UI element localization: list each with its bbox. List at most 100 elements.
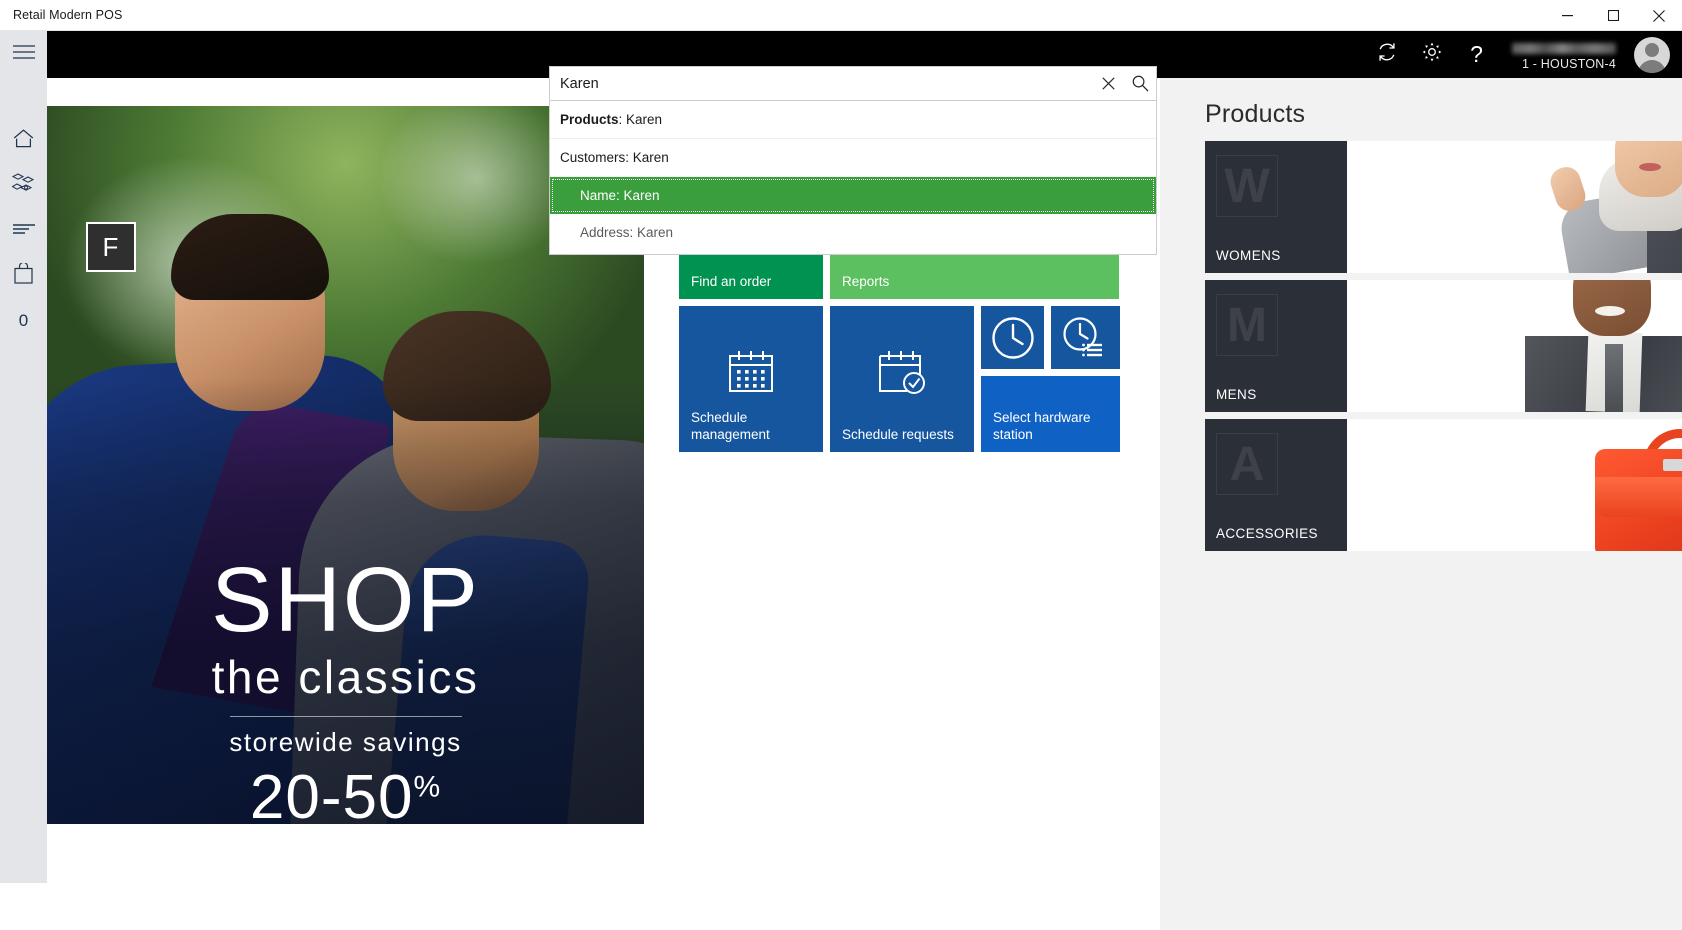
photo-lips — [1639, 163, 1661, 171]
avatar — [1634, 36, 1670, 73]
suggestion-group-customers[interactable]: Customers: Karen — [550, 139, 1156, 177]
tile-label-reports: Reports — [842, 274, 890, 290]
clock-list-icon — [1051, 306, 1120, 369]
product-category-card-accessories[interactable]: A ACCESSORIES — [1205, 419, 1682, 551]
settings-button[interactable] — [1409, 31, 1454, 78]
tile-column-right: Select hardware station — [981, 306, 1154, 452]
tile-label-select-hardware-station: Select hardware station — [993, 410, 1091, 444]
avatar-head — [1645, 42, 1659, 57]
hamburger-icon — [12, 45, 35, 64]
calendar-check-icon — [830, 306, 974, 440]
clear-search-button[interactable] — [1092, 67, 1124, 100]
banner-savings-line: storewide savings — [229, 727, 462, 758]
tile-label-line1: Schedule — [691, 410, 748, 426]
sidebar-item-transactions[interactable] — [0, 208, 47, 253]
product-card-label-panel: W WOMENS — [1205, 141, 1347, 273]
banner-divider — [229, 716, 462, 718]
suggestion-item-name[interactable]: Name: Karen — [550, 177, 1156, 214]
store-id-label: 1 - HOUSTON-4 — [1521, 56, 1616, 71]
suggestion-item-address[interactable]: Address: Karen — [550, 214, 1156, 251]
tile-label-line2: management — [691, 427, 770, 443]
product-card-name: WOMENS — [1216, 248, 1281, 263]
sidebar-cart-count: 0 — [0, 298, 47, 343]
search-input[interactable] — [550, 75, 1092, 92]
sidebar-item-home[interactable] — [0, 118, 47, 163]
list-lines-icon — [12, 222, 35, 240]
product-card-photo-mens — [1347, 280, 1682, 412]
photo-smile — [1595, 306, 1625, 316]
tile-row-3: Schedule management Schedule requests Se… — [679, 306, 1154, 452]
user-name-redacted — [1512, 42, 1616, 54]
product-card-photo-accessories — [1347, 419, 1682, 551]
tile-select-hardware-station[interactable]: Select hardware station — [981, 376, 1120, 452]
brand-logo-badge: F — [86, 222, 136, 272]
product-watermark-letter: W — [1216, 155, 1278, 217]
avatar-body — [1638, 59, 1666, 73]
help-button[interactable]: ? — [1454, 31, 1499, 78]
sync-icon — [1376, 41, 1398, 68]
products-panel-title: Products — [1205, 100, 1306, 128]
product-card-name: ACCESSORIES — [1216, 526, 1318, 541]
search-overlay: Products: Karen Customers: Karen Name: K… — [549, 66, 1157, 255]
product-card-name: MENS — [1216, 387, 1257, 402]
tile-label-find-an-order: Find an order — [691, 274, 772, 290]
sync-button[interactable] — [1364, 31, 1409, 78]
banner-discount-unit: % — [413, 770, 442, 804]
avatar-button[interactable] — [1622, 31, 1682, 78]
product-category-card-mens[interactable]: M MENS — [1205, 280, 1682, 412]
suggestion-group-products[interactable]: Products: Karen — [550, 101, 1156, 139]
suggestion-group-label: Products — [560, 112, 619, 127]
maximize-button[interactable] — [1590, 0, 1636, 31]
banner-subhead: the classics — [211, 651, 480, 704]
minimize-button[interactable] — [1544, 0, 1590, 31]
magnifier-icon — [1132, 75, 1148, 92]
tile-label-schedule-requests: Schedule requests — [842, 427, 954, 443]
app-shell: 0 ? 1 - HOUSTON-4 F SHOP the classics st… — [0, 31, 1682, 930]
suggestion-group-query: : Karen — [618, 112, 663, 127]
products-cubes-icon — [11, 172, 35, 199]
tile-schedule-requests[interactable]: Schedule requests — [830, 306, 974, 452]
product-watermark-letter: M — [1216, 294, 1278, 356]
suggestion-group-label: Customers: Karen — [560, 150, 669, 165]
products-panel: Products W WOMENS M MENS A ACCESSORIES — [1160, 78, 1682, 930]
tile-label-line2: station — [993, 427, 1033, 443]
tile-time-clock-entries[interactable] — [1051, 306, 1120, 369]
sidebar-item-products[interactable] — [0, 163, 47, 208]
photo-tie — [1605, 344, 1623, 412]
suggestion-item-label: Address: Karen — [580, 225, 674, 240]
clock-icon — [981, 306, 1044, 369]
sidebar-item-menu-toggle[interactable] — [0, 31, 47, 78]
header-actions: ? 1 - HOUSTON-4 — [1364, 31, 1682, 78]
product-card-label-panel: M MENS — [1205, 280, 1347, 412]
banner-text-block: SHOP the classics storewide savings 20-5… — [47, 549, 644, 824]
user-info[interactable]: 1 - HOUSTON-4 — [1499, 31, 1622, 78]
shopping-bag-icon — [14, 261, 33, 289]
tile-clock-row — [981, 306, 1154, 369]
tile-schedule-management[interactable]: Schedule management — [679, 306, 823, 452]
sidebar-item-cart[interactable] — [0, 253, 47, 298]
product-category-card-womens[interactable]: W WOMENS — [1205, 141, 1682, 273]
window-controls — [1544, 0, 1682, 31]
cart-count-label: 0 — [18, 310, 29, 330]
products-scrollbar[interactable] — [1676, 78, 1682, 930]
help-icon: ? — [1470, 41, 1483, 67]
window-title-bar: Retail Modern POS — [0, 0, 1682, 31]
submit-search-button[interactable] — [1124, 67, 1156, 100]
left-navigation-rail: 0 — [0, 31, 47, 883]
main-region: ? 1 - HOUSTON-4 F SHOP the classics stor… — [47, 31, 1682, 930]
banner-discount: 20-50% — [47, 762, 644, 824]
search-suggestions-list: Products: Karen Customers: Karen Name: K… — [549, 101, 1157, 255]
product-card-label-panel: A ACCESSORIES — [1205, 419, 1347, 551]
product-card-photo-womens — [1347, 141, 1682, 273]
tile-label-schedule-management: Schedule management — [691, 410, 770, 444]
close-icon — [1101, 77, 1115, 90]
home-icon — [13, 128, 34, 153]
tile-time-clock[interactable] — [981, 306, 1044, 369]
search-box[interactable] — [549, 66, 1157, 101]
tile-label-line1: Select hardware — [993, 410, 1091, 426]
banner-headline: SHOP — [211, 549, 480, 651]
banner-discount-value: 20-50 — [249, 763, 414, 824]
suggestion-item-label: Name: Karen — [580, 188, 660, 203]
window-title: Retail Modern POS — [13, 8, 123, 22]
close-button[interactable] — [1636, 0, 1682, 31]
